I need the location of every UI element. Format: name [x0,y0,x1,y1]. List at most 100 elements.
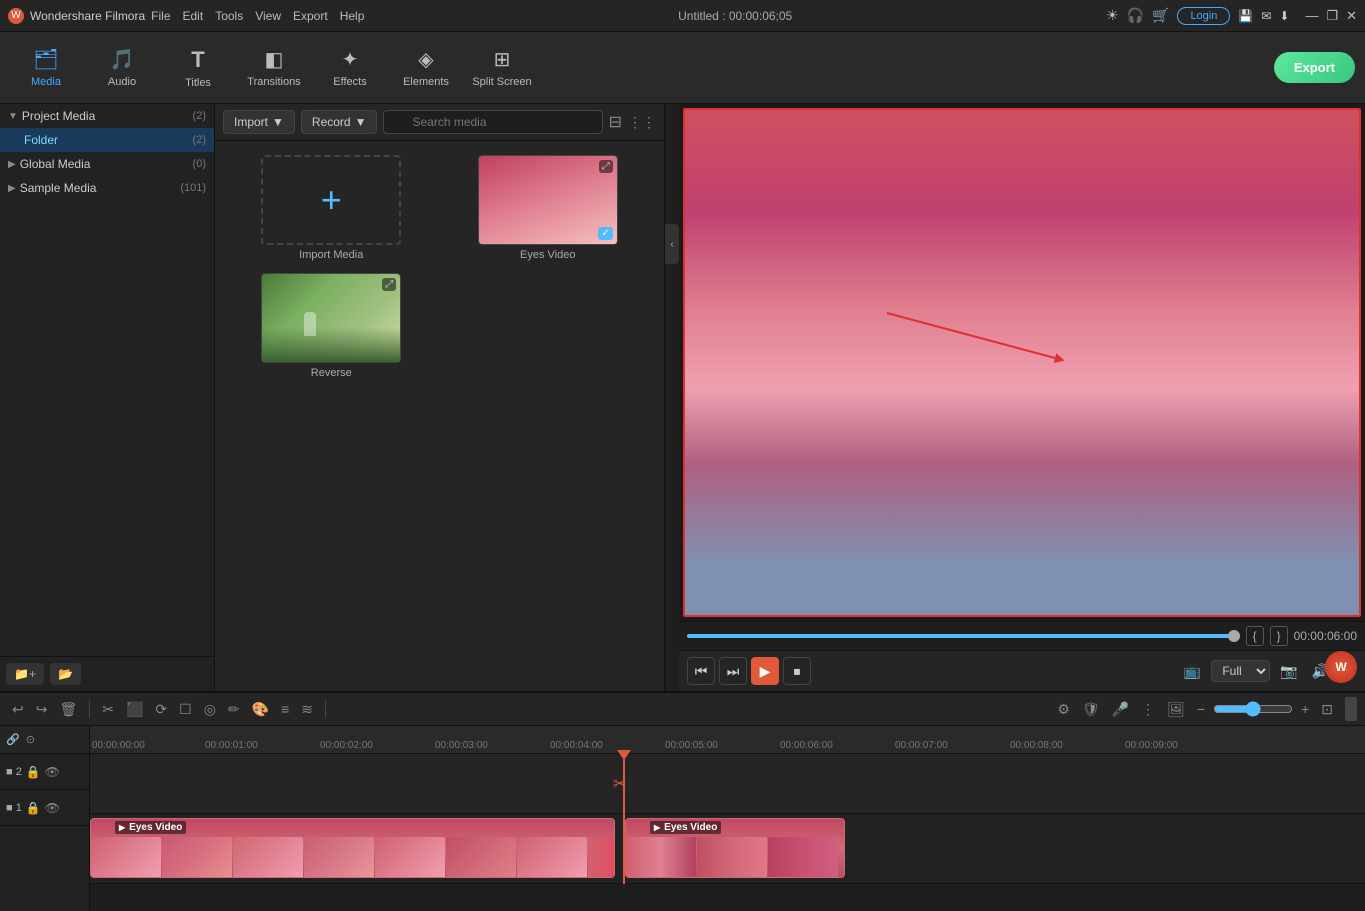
export-button[interactable]: Export [1274,52,1355,83]
keyframe-button[interactable]: ⋮ [1137,699,1159,720]
clip-2-label: ▶ Eyes Video [650,821,721,834]
track-1-visibility[interactable]: 👁 [45,801,60,815]
panel-toggle-button[interactable]: ‹ [665,224,679,264]
maximize-button[interactable]: ❐ [1326,8,1338,24]
settings-icon[interactable]: ⚙ [1053,699,1074,720]
magnet-button[interactable]: ⊙ [26,733,35,746]
close-button[interactable]: ✕ [1346,8,1357,24]
edit-button[interactable]: ✏ [224,699,244,720]
play-button[interactable]: ▶ [751,657,779,685]
playback-bar: ⏮ ⏭ ▶ ⏹ 📺 Full 75% 50% 📷 🔊 ⛶ [679,650,1365,691]
track-2-label: ■ 2 [6,766,22,778]
ruler-3: 00:00:03:00 [435,740,488,751]
crop-button[interactable]: ⬛ [122,699,147,720]
transform-button[interactable]: ☐ [175,699,196,720]
tree-global-media[interactable]: ▶ Global Media (0) [0,152,214,176]
tree-folder[interactable]: Folder (2) [0,128,214,152]
menu-file[interactable]: File [151,9,170,23]
track-2-lock[interactable]: 🔒 [26,765,41,779]
timeline-ruler: 00:00:00:00 00:00:01:00 00:00:02:00 00:0… [90,726,1365,754]
toolbar-elements[interactable]: ◈ Elements [390,38,462,98]
out-point-button[interactable]: } [1270,626,1288,646]
stop-button[interactable]: ⏹ [783,657,811,685]
save-icon[interactable]: 💾 [1238,9,1253,23]
thumb-overlay: ⤢ [599,160,613,173]
menu-tools[interactable]: Tools [215,9,243,23]
toolbar-titles[interactable]: T Titles [162,38,234,98]
clip-2-play-icon: ▶ [654,823,660,832]
reverse-video-item[interactable]: ⤢ Reverse [223,267,440,385]
record-button[interactable]: Record ▼ [301,110,378,134]
snap-button[interactable]: 🔗 [6,733,20,746]
titlebar: W Wondershare Filmora File Edit Tools Vi… [0,0,1365,32]
toolbar-media[interactable]: 🗂 Media [10,38,82,98]
preview-to-file-button[interactable]: 📺 [1180,661,1205,682]
mail-icon[interactable]: ✉ [1261,9,1271,23]
ruler-0: 00:00:00:00 [92,740,145,751]
split-button[interactable]: ✂ [98,699,118,720]
toolbar-transitions[interactable]: ◧ Transitions [238,38,310,98]
speed-button[interactable]: ≋ [297,699,317,720]
toolbar-elements-label: Elements [403,76,449,88]
import-button[interactable]: Import ▼ [223,110,295,134]
shield-icon[interactable]: 🛡 [1078,699,1104,720]
clip-eyes-video-1[interactable]: ▶ Eyes Video [90,818,615,878]
audio-adjust-button[interactable]: ≡ [277,699,293,719]
open-folder-button[interactable]: 📂 [50,663,81,685]
snapshot-button[interactable]: 📷 [1276,661,1301,682]
seek-bar[interactable] [687,634,1240,638]
panel-resize-handle[interactable] [1345,697,1357,721]
grid-view-icon[interactable]: ⋮⋮ [628,114,656,131]
rotate-button[interactable]: ⟳ [151,699,171,720]
seek-handle[interactable] [1228,630,1240,642]
redo-button[interactable]: ↪ [32,699,52,720]
ruler-labels: 00:00:00:00 00:00:01:00 00:00:02:00 00:0… [90,726,1365,753]
new-folder-button[interactable]: 📁+ [6,663,44,685]
menu-export[interactable]: Export [293,9,328,23]
tree-project-media[interactable]: ▼ Project Media (2) [0,104,214,128]
delete-button[interactable]: 🗑 [55,699,81,720]
zoom-out-button[interactable]: − [1193,699,1209,719]
clip-eyes-video-2[interactable]: ▶ Eyes Video [625,818,845,878]
timeline-toolbar: ↩ ↪ 🗑 ✂ ⬛ ⟳ ☐ ◎ ✏ 🎨 ≡ ≋ ⚙ 🛡 🎤 ⋮ 🖼 − + ⊡ [0,693,1365,726]
toolbar-split-screen[interactable]: ⊞ Split Screen [466,38,538,98]
import-media-item[interactable]: + Import Media [223,149,440,267]
folder-label: Folder [24,133,193,147]
reverse-expand-icon: ⤢ [382,278,396,291]
skip-back-button[interactable]: ⏮ [687,657,715,685]
undo-button[interactable]: ↩ [8,699,28,720]
color-button[interactable]: 🎨 [248,699,273,720]
playback-controls: ⏮ ⏭ ▶ ⏹ [687,657,811,685]
in-point-button[interactable]: { [1246,626,1264,646]
minimize-button[interactable]: — [1305,8,1318,24]
menu-help[interactable]: Help [340,9,365,23]
fit-button[interactable]: ⊡ [1317,699,1337,720]
track-2-visibility[interactable]: 👁 [45,765,60,779]
cart-icon[interactable]: 🛒 [1152,7,1169,24]
zoom-in-button[interactable]: + [1297,699,1313,719]
menu-edit[interactable]: Edit [183,9,204,23]
download-icon[interactable]: ⬇ [1279,9,1289,23]
track-1-lock[interactable]: 🔒 [26,801,41,815]
tree-sample-media[interactable]: ▶ Sample Media (101) [0,176,214,200]
toolbar-audio[interactable]: 🎵 Audio [86,38,158,98]
reverse-label: Reverse [311,367,352,379]
sun-icon[interactable]: ☀ [1106,7,1119,24]
snapshot-tl-button[interactable]: 🖼 [1163,699,1189,720]
stabilize-button[interactable]: ◎ [200,699,220,720]
search-input[interactable] [383,110,602,134]
login-button[interactable]: Login [1177,7,1230,25]
toolbar-effects[interactable]: ✦ Effects [314,38,386,98]
clip-2-name: Eyes Video [664,822,717,833]
zoom-slider[interactable] [1213,701,1293,717]
step-forward-button[interactable]: ⏭ [719,657,747,685]
filter-icon[interactable]: ⊟ [609,112,622,132]
menu-view[interactable]: View [255,9,281,23]
panel-area: ‹ [665,104,679,691]
zoom-select[interactable]: Full 75% 50% [1211,660,1270,682]
mic-icon[interactable]: 🎤 [1108,699,1133,720]
eyes-video-item[interactable]: ⤢ ✓ Eyes Video [440,149,657,267]
ruler-5: 00:00:05:00 [665,740,718,751]
project-media-arrow: ▼ [8,111,18,122]
headphone-icon[interactable]: 🎧 [1127,7,1144,24]
